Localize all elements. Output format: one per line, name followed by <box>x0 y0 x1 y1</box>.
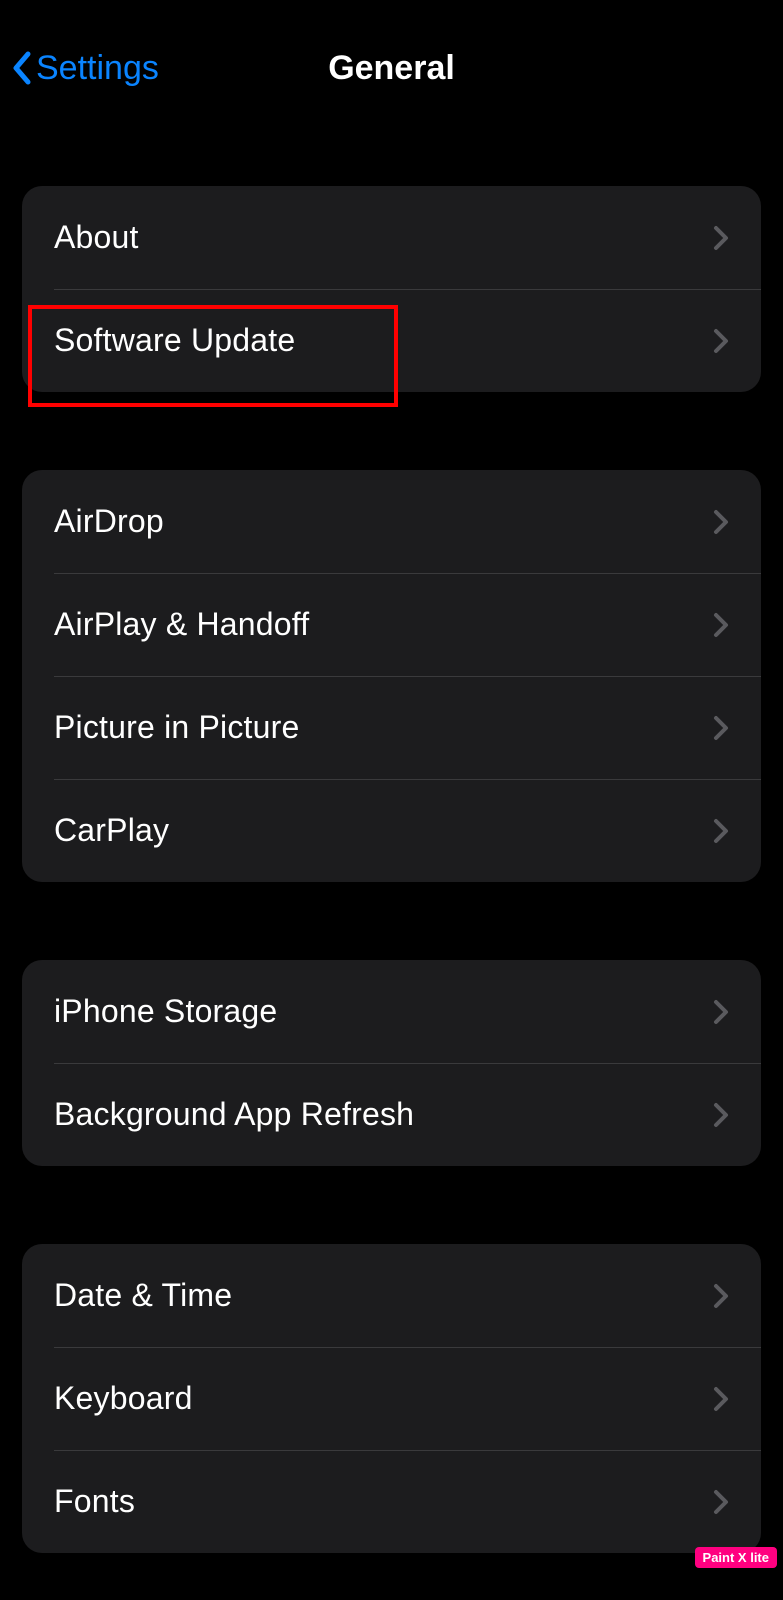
row-label: Keyboard <box>54 1380 193 1417</box>
chevron-right-icon <box>713 612 729 638</box>
settings-content: About Software Update AirDrop AirPlay & … <box>0 96 783 1553</box>
row-picture-in-picture[interactable]: Picture in Picture <box>22 676 761 779</box>
group-4: Date & Time Keyboard Fonts <box>22 1244 761 1553</box>
row-about[interactable]: About <box>22 186 761 289</box>
row-label: About <box>54 219 139 256</box>
chevron-right-icon <box>713 328 729 354</box>
chevron-right-icon <box>713 509 729 535</box>
row-label: AirPlay & Handoff <box>54 606 309 643</box>
nav-bar: Settings General <box>0 0 783 96</box>
row-label: AirDrop <box>54 503 164 540</box>
back-label: Settings <box>36 49 159 88</box>
chevron-right-icon <box>713 715 729 741</box>
row-label: iPhone Storage <box>54 993 277 1030</box>
row-label: CarPlay <box>54 812 169 849</box>
row-software-update[interactable]: Software Update <box>22 289 761 392</box>
row-label: Background App Refresh <box>54 1096 414 1133</box>
row-keyboard[interactable]: Keyboard <box>22 1347 761 1450</box>
row-fonts[interactable]: Fonts <box>22 1450 761 1553</box>
chevron-right-icon <box>713 225 729 251</box>
row-label: Fonts <box>54 1483 135 1520</box>
row-label: Software Update <box>54 322 295 359</box>
group-2: AirDrop AirPlay & Handoff Picture in Pic… <box>22 470 761 882</box>
chevron-right-icon <box>713 818 729 844</box>
chevron-right-icon <box>713 1102 729 1128</box>
row-airplay-handoff[interactable]: AirPlay & Handoff <box>22 573 761 676</box>
row-carplay[interactable]: CarPlay <box>22 779 761 882</box>
row-airdrop[interactable]: AirDrop <box>22 470 761 573</box>
group-1: About Software Update <box>22 186 761 392</box>
back-button[interactable]: Settings <box>0 49 159 88</box>
chevron-right-icon <box>713 1489 729 1515</box>
row-background-app-refresh[interactable]: Background App Refresh <box>22 1063 761 1166</box>
chevron-left-icon <box>10 50 32 86</box>
row-label: Picture in Picture <box>54 709 299 746</box>
row-label: Date & Time <box>54 1277 232 1314</box>
row-date-time[interactable]: Date & Time <box>22 1244 761 1347</box>
group-3: iPhone Storage Background App Refresh <box>22 960 761 1166</box>
chevron-right-icon <box>713 999 729 1025</box>
watermark-badge: Paint X lite <box>695 1547 777 1568</box>
chevron-right-icon <box>713 1283 729 1309</box>
chevron-right-icon <box>713 1386 729 1412</box>
row-iphone-storage[interactable]: iPhone Storage <box>22 960 761 1063</box>
